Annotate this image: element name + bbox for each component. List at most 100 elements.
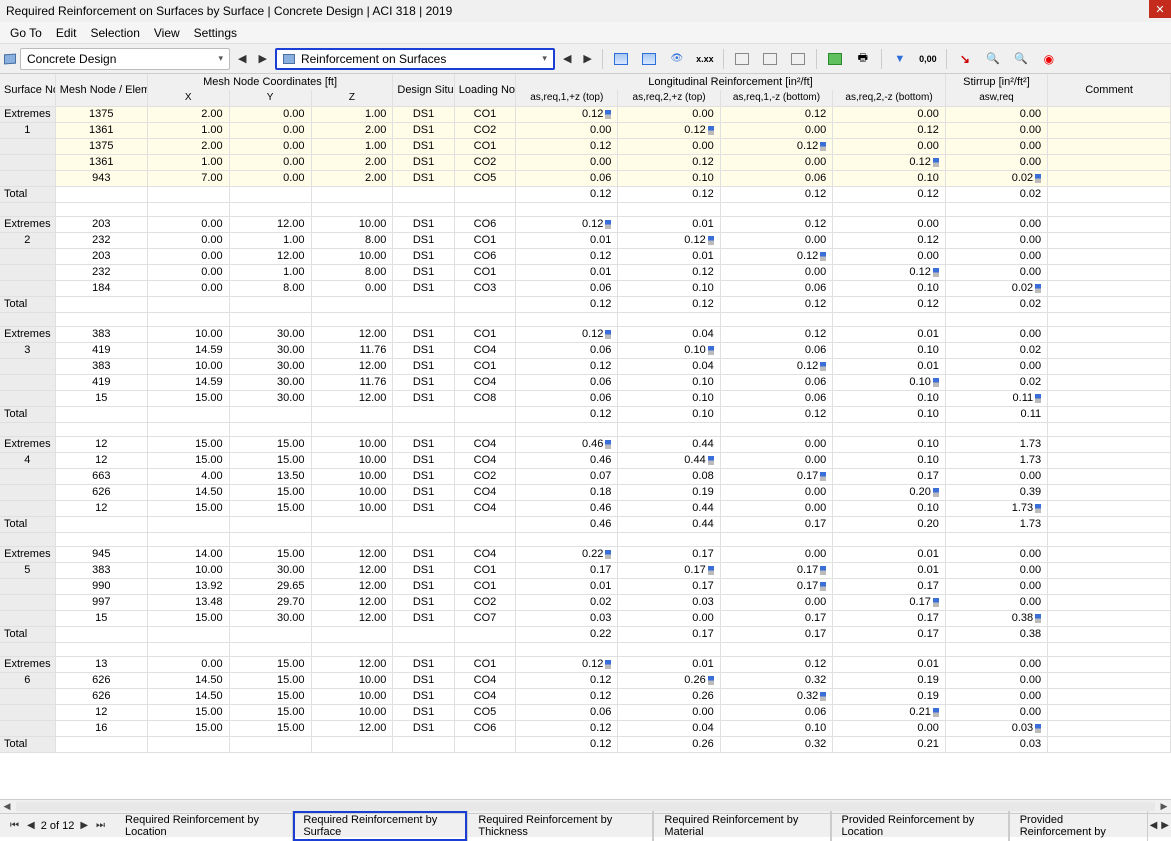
table-row[interactable]: 9437.000.002.00DS1CO50.060.100.060.100.0… (0, 170, 1171, 186)
tab-2[interactable]: Required Reinforcement by Thickness (467, 811, 653, 841)
view-icon[interactable]: 👁 (665, 48, 689, 70)
table-row[interactable]: 1840.008.000.00DS1CO30.060.100.060.100.0… (0, 280, 1171, 296)
toolbar: Concrete Design ▾ ◀ ▶ Reinforcement on S… (0, 44, 1171, 74)
excel-button[interactable] (823, 48, 847, 70)
table-row[interactable]: Extremes38310.0030.0012.00DS1CO10.120.04… (0, 326, 1171, 342)
table-row[interactable]: 6634.0013.5010.00DS1CO20.070.080.170.170… (0, 468, 1171, 484)
table-row[interactable]: 13752.000.001.00DS1CO10.120.000.120.000.… (0, 138, 1171, 154)
decimals-zero-button[interactable]: 0,00 (916, 48, 940, 70)
menubar: Go ToEditSelectionViewSettings (0, 22, 1171, 44)
table-row[interactable]: 113611.000.002.00DS1CO20.000.120.000.120… (0, 122, 1171, 138)
tab-1[interactable]: Required Reinforcement by Surface (293, 811, 467, 841)
next-page-button[interactable]: ▶ (78, 820, 90, 831)
prev-page-button[interactable]: ◀ (25, 820, 37, 831)
table-row[interactable]: Extremes1215.0015.0010.00DS1CO40.460.440… (0, 436, 1171, 452)
tab-scroll-left[interactable]: ◀ (1148, 820, 1160, 831)
grid-button-3[interactable] (786, 48, 810, 70)
menu-edit[interactable]: Edit (50, 24, 83, 42)
close-button[interactable]: ✕ (1149, 0, 1171, 18)
window-title: Required Reinforcement on Surfaces by Su… (6, 4, 452, 18)
concrete-icon (4, 53, 16, 64)
table-row[interactable]: 1615.0015.0012.00DS1CO60.120.040.100.000… (0, 720, 1171, 736)
filter-button[interactable]: ▼ (888, 48, 912, 70)
col-a4[interactable]: as,req,2,-z (bottom) (833, 90, 946, 106)
table-row[interactable]: 13611.000.002.00DS1CO20.000.120.000.120.… (0, 154, 1171, 170)
table-row[interactable]: 99713.4829.7012.00DS1CO20.020.030.000.17… (0, 594, 1171, 610)
data-grid[interactable]: Surface No. Mesh Node / Element No. Mesh… (0, 74, 1171, 799)
col-a1[interactable]: as,req,1,+z (top) (516, 90, 618, 106)
result-dropdown[interactable]: Reinforcement on Surfaces ▾ (275, 48, 555, 70)
tab-5[interactable]: Provided Reinforcement by (1009, 811, 1148, 841)
grid-button-1[interactable] (730, 48, 754, 70)
col-mesh-node[interactable]: Mesh Node / Element No. (55, 74, 147, 106)
col-y[interactable]: Y (229, 90, 311, 106)
scroll-right-icon[interactable]: ▶ (1157, 800, 1171, 813)
last-page-button[interactable]: ⏭ (94, 820, 107, 831)
col-a3[interactable]: as,req,1,-z (bottom) (720, 90, 833, 106)
table-row[interactable]: 2030.0012.0010.00DS1CO60.120.010.120.000… (0, 248, 1171, 264)
table-row[interactable]: 341914.5930.0011.76DS1CO40.060.100.060.1… (0, 342, 1171, 358)
tool-button-2[interactable] (637, 48, 661, 70)
next-result-button[interactable]: ▶ (579, 52, 595, 65)
surface-icon (283, 54, 295, 64)
next-module-button[interactable]: ▶ (254, 52, 270, 65)
menu-view[interactable]: View (148, 24, 186, 42)
module-dropdown[interactable]: Concrete Design ▾ (20, 48, 230, 70)
horizontal-scrollbar[interactable]: ◀ ▶ (0, 799, 1171, 813)
print-button[interactable]: 🖶 (851, 48, 875, 70)
scroll-left-icon[interactable]: ◀ (0, 800, 14, 813)
grid-button-2[interactable] (758, 48, 782, 70)
col-a2[interactable]: as,req,2,+z (top) (618, 90, 720, 106)
table-row[interactable]: 662614.5015.0010.00DS1CO40.120.260.320.1… (0, 672, 1171, 688)
col-asw[interactable]: asw,req (945, 90, 1047, 106)
tab-scroll-right[interactable]: ▶ (1159, 820, 1171, 831)
first-page-button[interactable]: ⏮ (8, 820, 21, 831)
menu-go-to[interactable]: Go To (4, 24, 48, 42)
chevron-down-icon: ▾ (542, 53, 547, 64)
zoom-button[interactable]: 🔍 (1009, 48, 1033, 70)
total-row: Total0.120.100.120.100.11 (0, 406, 1171, 422)
table-row[interactable]: 2320.001.008.00DS1CO10.010.120.000.120.0… (0, 264, 1171, 280)
prev-result-button[interactable]: ◀ (559, 52, 575, 65)
table-row[interactable]: 1215.0015.0010.00DS1CO50.060.000.060.210… (0, 704, 1171, 720)
tab-0[interactable]: Required Reinforcement by Location (115, 811, 293, 841)
menu-selection[interactable]: Selection (85, 24, 146, 42)
table-row[interactable]: 22320.001.008.00DS1CO10.010.120.000.120.… (0, 232, 1171, 248)
table-row[interactable]: 1515.0030.0012.00DS1CO80.060.100.060.100… (0, 390, 1171, 406)
pick-button[interactable]: ↘ (953, 48, 977, 70)
table-row[interactable]: Extremes94514.0015.0012.00DS1CO40.220.17… (0, 546, 1171, 562)
table-row[interactable]: Extremes130.0015.0012.00DS1CO10.120.010.… (0, 656, 1171, 672)
tab-3[interactable]: Required Reinforcement by Material (653, 811, 830, 841)
prev-module-button[interactable]: ◀ (234, 52, 250, 65)
col-x[interactable]: X (147, 90, 229, 106)
col-group-longitudinal[interactable]: Longitudinal Reinforcement [in²/ft] (516, 74, 946, 90)
col-group-stirrup[interactable]: Stirrup [in²/ft²] (945, 74, 1047, 90)
col-z[interactable]: Z (311, 90, 393, 106)
table-row[interactable]: 538310.0030.0012.00DS1CO10.170.170.170.0… (0, 562, 1171, 578)
table-row[interactable]: 41914.5930.0011.76DS1CO40.060.100.060.10… (0, 374, 1171, 390)
decimals-button[interactable]: x.xx (693, 48, 717, 70)
table-row[interactable]: 62614.5015.0010.00DS1CO40.120.260.320.19… (0, 688, 1171, 704)
chevron-down-icon: ▾ (218, 53, 223, 64)
col-surface-no[interactable]: Surface No. (0, 74, 55, 106)
col-design-situation[interactable]: Design Situation (393, 74, 454, 106)
menu-settings[interactable]: Settings (188, 24, 243, 42)
col-loading-no[interactable]: Loading No. (454, 74, 515, 106)
total-row: Total0.220.170.170.170.38 (0, 626, 1171, 642)
table-row[interactable]: 1215.0015.0010.00DS1CO40.460.440.000.101… (0, 500, 1171, 516)
table-row[interactable]: 99013.9229.6512.00DS1CO10.010.170.170.17… (0, 578, 1171, 594)
total-row: Total0.120.260.320.210.03 (0, 736, 1171, 752)
table-row[interactable]: 1515.0030.0012.00DS1CO70.030.000.170.170… (0, 610, 1171, 626)
table-row[interactable]: Extremes2030.0012.0010.00DS1CO60.120.010… (0, 216, 1171, 232)
col-comment[interactable]: Comment (1048, 74, 1171, 106)
color-button[interactable]: ◉ (1037, 48, 1061, 70)
tab-4[interactable]: Provided Reinforcement by Location (831, 811, 1009, 841)
search-button[interactable]: 🔍 (981, 48, 1005, 70)
table-row[interactable]: Extremes13752.000.001.00DS1CO10.120.000.… (0, 106, 1171, 122)
table-row[interactable]: 38310.0030.0012.00DS1CO10.120.040.120.01… (0, 358, 1171, 374)
table-row[interactable]: 41215.0015.0010.00DS1CO40.460.440.000.10… (0, 452, 1171, 468)
tool-button-1[interactable] (609, 48, 633, 70)
table-row[interactable]: 62614.5015.0010.00DS1CO40.180.190.000.20… (0, 484, 1171, 500)
col-group-coords[interactable]: Mesh Node Coordinates [ft] (147, 74, 393, 90)
module-dropdown-label: Concrete Design (27, 52, 116, 66)
